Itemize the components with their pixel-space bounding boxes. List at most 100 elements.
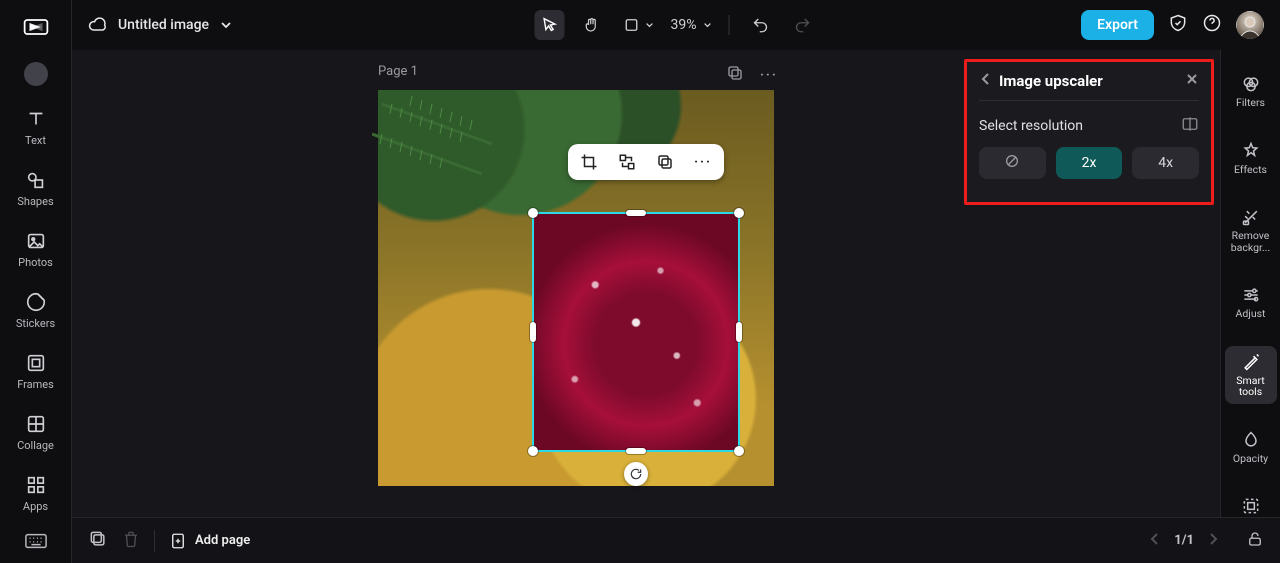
opacity-icon [1241,430,1261,450]
layers-button[interactable] [88,529,108,553]
rsidebar-item-smart-tools[interactable]: Smart tools [1225,346,1277,404]
resolution-none-button[interactable] [979,147,1046,179]
panel-back-button[interactable] [979,72,993,90]
selected-image[interactable] [532,212,740,452]
rsidebar-item-adjust[interactable]: Adjust [1225,279,1277,326]
lock-open-icon [1246,530,1264,548]
sidebar-item-placeholder[interactable] [7,62,65,86]
resize-handle-b[interactable] [626,448,646,454]
resize-handle-l[interactable] [530,322,536,342]
add-page-icon [169,532,187,550]
page-navigation: 1/1 [1148,532,1220,550]
resolution-label: Select resolution [979,118,1083,134]
layers-icon [88,529,108,549]
undo-icon [752,16,770,34]
artboard-icon [623,16,641,34]
chevron-down-icon [219,18,233,32]
resize-handle-tr[interactable] [734,208,744,218]
divider [729,15,730,35]
sidebar-item-shapes[interactable]: Shapes [7,169,65,208]
redo-button[interactable] [788,10,818,40]
replace-image-button[interactable] [616,151,638,173]
lock-button[interactable] [1246,530,1264,552]
top-bar: Untitled image 39% Export [72,0,1280,50]
crop-icon [580,153,598,171]
trash-icon [122,530,140,548]
prev-page-button[interactable] [1148,532,1162,550]
rsidebar-item-opacity[interactable]: Opacity [1225,424,1277,471]
right-sidebar: Filters Effects Remove backgr... Adjust … [1220,50,1280,563]
hand-icon [583,16,601,34]
sidebar-item-label: Photos [18,256,53,269]
delete-button[interactable] [122,530,140,552]
none-icon [1004,153,1020,173]
capcut-logo-icon [22,13,50,41]
resize-handle-t[interactable] [626,210,646,216]
resize-handle-br[interactable] [734,446,744,456]
avatar-photo [1236,11,1264,39]
sidebar-item-stickers[interactable]: Stickers [7,291,65,330]
compare-slider-button[interactable] [1181,115,1199,137]
pan-tool-button[interactable] [577,10,607,40]
resize-handle-tl[interactable] [528,208,538,218]
next-page-button[interactable] [1206,532,1220,550]
duplicate-icon [656,153,674,171]
sidebar-item-label: Apps [23,500,48,513]
sidebar-item-text[interactable]: Text [7,108,65,147]
privacy-shield-button[interactable] [1168,13,1188,37]
apps-icon [25,474,47,496]
page-more-button[interactable]: ··· [760,68,778,83]
keyboard-icon [25,533,47,549]
resolution-4x-button[interactable]: 4x [1132,147,1199,179]
select-tool-button[interactable] [535,10,565,40]
zoom-value: 39% [671,17,697,33]
chevron-right-icon [1206,532,1220,546]
sidebar-item-collage[interactable]: Collage [7,413,65,452]
rsidebar-item-filters[interactable]: Filters [1225,68,1277,115]
keyboard-shortcuts-button[interactable] [0,533,72,549]
compare-icon [1181,115,1199,133]
frames-icon [25,352,47,374]
rotate-icon [629,467,643,481]
add-page-button[interactable]: Add page [169,532,250,550]
user-avatar[interactable] [1236,11,1264,39]
sidebar-item-photos[interactable]: Photos [7,230,65,269]
image-upscaler-panel: Image upscaler Select resolution 2x 4x [964,59,1214,205]
export-button[interactable]: Export [1081,10,1154,40]
sidebar-item-apps[interactable]: Apps [7,474,65,513]
sidebar-item-label: Frames [17,378,54,391]
zoom-control[interactable]: 39% [671,17,713,33]
close-icon [1185,72,1199,86]
panel-close-button[interactable] [1185,72,1199,90]
chevron-down-icon [703,20,713,30]
duplicate-page-button[interactable] [726,64,744,86]
rotate-handle[interactable] [624,462,648,486]
rsidebar-item-effects[interactable]: Effects [1225,135,1277,182]
duplicate-button[interactable] [654,151,676,173]
page-actions: ··· [726,64,778,86]
resolution-2x-button[interactable]: 2x [1056,147,1123,179]
top-right-controls: Export [1081,10,1264,40]
crop-button[interactable] [578,151,600,173]
divider [154,530,155,552]
sidebar-item-frames[interactable]: Frames [7,352,65,391]
shield-check-icon [1168,13,1188,33]
rsidebar-item-remove-bg[interactable]: Remove backgr... [1225,201,1277,259]
top-center-tools: 39% [535,10,818,40]
left-sidebar: Text Shapes Photos Stickers Frames Colla… [0,0,72,563]
resize-handle-r[interactable] [736,322,742,342]
resolution-options: 2x 4x [979,147,1199,179]
artboard-tool-button[interactable] [619,10,659,40]
redo-icon [794,16,812,34]
help-button[interactable] [1202,13,1222,37]
selection-toolbar: ··· [568,144,724,180]
document-title-block[interactable]: Untitled image [88,15,233,35]
collage-icon [25,413,47,435]
arrange-icon [1241,496,1261,516]
sidebar-item-label: Text [25,134,46,147]
more-button[interactable]: ··· [692,151,714,173]
undo-button[interactable] [746,10,776,40]
app-logo[interactable] [19,10,53,44]
resize-handle-bl[interactable] [528,446,538,456]
chevron-left-icon [979,72,993,86]
